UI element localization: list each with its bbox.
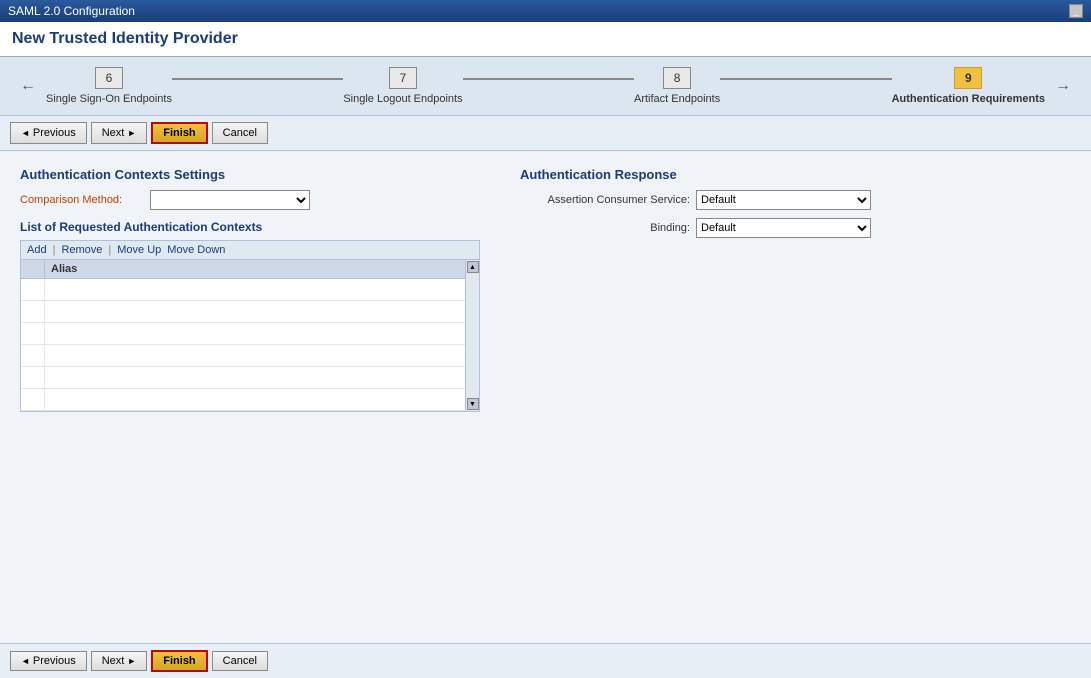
- alias-header: Alias: [45, 260, 465, 278]
- row-check-6: [21, 389, 45, 410]
- bottom-finish-button[interactable]: Finish: [151, 650, 207, 672]
- title-bar: SAML 2.0 Configuration _: [0, 0, 1091, 22]
- table-row[interactable]: [21, 323, 465, 345]
- scroll-down-arrow[interactable]: ▼: [467, 398, 479, 410]
- step-7-label: Single Logout Endpoints: [343, 93, 462, 105]
- title-bar-buttons: _: [1069, 4, 1083, 18]
- wizard-steps: ← 6 Single Sign-On Endpoints 7 Single Lo…: [0, 57, 1091, 116]
- bottom-previous-button[interactable]: Previous: [10, 651, 87, 671]
- table-row[interactable]: [21, 367, 465, 389]
- step-7: 7 Single Logout Endpoints: [343, 67, 462, 105]
- step-8-label: Artifact Endpoints: [634, 93, 720, 105]
- page-title: New Trusted Identity Provider: [0, 22, 1091, 57]
- top-next-button[interactable]: Next: [91, 122, 148, 144]
- content-area: Authentication Contexts Settings Compari…: [0, 151, 1091, 643]
- auth-contexts-title: Authentication Contexts Settings: [20, 167, 480, 182]
- step-6: 6 Single Sign-On Endpoints: [46, 67, 172, 105]
- row-alias-6: [45, 389, 465, 410]
- title-text: SAML 2.0 Configuration: [8, 4, 135, 18]
- step-8-number: 8: [663, 67, 691, 89]
- row-check-5: [21, 367, 45, 388]
- assertion-select[interactable]: Default: [696, 190, 871, 210]
- wizard-arrow-left: ←: [20, 77, 36, 95]
- wizard-arrow-right: →: [1055, 77, 1071, 95]
- top-finish-button[interactable]: Finish: [151, 122, 207, 144]
- row-alias-2: [45, 301, 465, 322]
- top-cancel-button[interactable]: Cancel: [212, 122, 268, 144]
- binding-label: Binding:: [520, 222, 690, 234]
- list-toolbar: Add | Remove | Move Up Move Down: [20, 240, 480, 259]
- left-panel: Authentication Contexts Settings Compari…: [20, 167, 480, 627]
- comparison-method-row: Comparison Method:: [20, 190, 480, 210]
- binding-select[interactable]: Default: [696, 218, 871, 238]
- binding-row: Binding: Default: [520, 218, 1071, 238]
- step-line-6-7: [172, 78, 343, 80]
- wizard-steps-inner: 6 Single Sign-On Endpoints 7 Single Logo…: [46, 67, 1045, 105]
- row-alias-5: [45, 367, 465, 388]
- row-alias-4: [45, 345, 465, 366]
- comparison-label: Comparison Method:: [20, 194, 150, 206]
- row-check-1: [21, 279, 45, 300]
- header-check: [21, 260, 45, 278]
- step-line-8-9: [720, 78, 891, 80]
- assertion-label: Assertion Consumer Service:: [520, 194, 690, 206]
- step-line-7-8: [463, 78, 634, 80]
- table-row[interactable]: [21, 301, 465, 323]
- list-table: Alias: [20, 259, 466, 412]
- separator-2: |: [108, 244, 111, 256]
- row-check-4: [21, 345, 45, 366]
- row-alias-1: [45, 279, 465, 300]
- row-alias-3: [45, 323, 465, 344]
- add-button[interactable]: Add: [27, 244, 47, 256]
- minimize-button[interactable]: _: [1069, 4, 1083, 18]
- table-row[interactable]: [21, 279, 465, 301]
- remove-button[interactable]: Remove: [61, 244, 102, 256]
- row-check-3: [21, 323, 45, 344]
- right-panel: Authentication Response Assertion Consum…: [520, 167, 1071, 627]
- table-row[interactable]: [21, 389, 465, 411]
- step-6-label: Single Sign-On Endpoints: [46, 93, 172, 105]
- bottom-cancel-button[interactable]: Cancel: [212, 651, 268, 671]
- step-9-label: Authentication Requirements: [892, 93, 1045, 105]
- list-header: Alias: [21, 260, 465, 279]
- step-6-number: 6: [95, 67, 123, 89]
- list-container: Alias: [20, 259, 480, 412]
- step-9-number: 9: [954, 67, 982, 89]
- bottom-next-button[interactable]: Next: [91, 651, 148, 671]
- move-up-button[interactable]: Move Up: [117, 244, 161, 256]
- list-section-title: List of Requested Authentication Context…: [20, 220, 480, 234]
- comparison-select[interactable]: [150, 190, 310, 210]
- move-down-button[interactable]: Move Down: [167, 244, 225, 256]
- step-7-number: 7: [389, 67, 417, 89]
- bottom-toolbar: Previous Next Finish Cancel: [0, 643, 1091, 678]
- assertion-row: Assertion Consumer Service: Default: [520, 190, 1071, 210]
- row-check-2: [21, 301, 45, 322]
- step-9: 9 Authentication Requirements: [892, 67, 1045, 105]
- list-scrollbar[interactable]: ▲ ▼: [466, 259, 480, 412]
- step-8: 8 Artifact Endpoints: [634, 67, 720, 105]
- separator-1: |: [53, 244, 56, 256]
- main-window: New Trusted Identity Provider ← 6 Single…: [0, 22, 1091, 678]
- table-row[interactable]: [21, 345, 465, 367]
- top-toolbar: Previous Next Finish Cancel: [0, 116, 1091, 151]
- scroll-up-arrow[interactable]: ▲: [467, 261, 479, 273]
- list-main: Alias: [20, 259, 466, 412]
- auth-response-title: Authentication Response: [520, 167, 1071, 182]
- top-previous-button[interactable]: Previous: [10, 122, 87, 144]
